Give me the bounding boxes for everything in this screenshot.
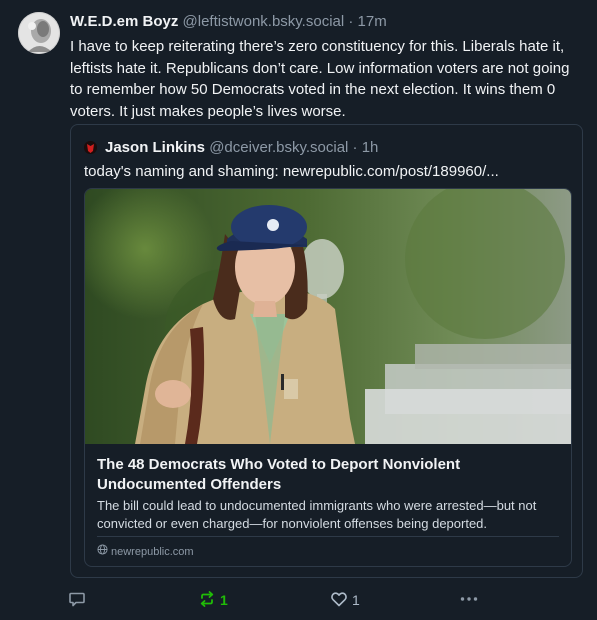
ellipsis-icon: [458, 590, 480, 611]
like-count: 1: [352, 592, 360, 608]
repost-count: 1: [220, 592, 228, 608]
quoted-post[interactable]: Jason Linkins @dceiver.bsky.social · 1h …: [70, 124, 583, 578]
quoted-post-text: today's naming and shaming: newrepublic.…: [84, 163, 499, 180]
link-preview-title[interactable]: The 48 Democrats Who Voted to Deport Non…: [97, 455, 559, 495]
avatar-image: [18, 12, 60, 54]
like-button[interactable]: 1: [330, 588, 360, 612]
author-name[interactable]: W.E.D.em Boyz: [70, 13, 178, 30]
link-preview-image[interactable]: [85, 189, 571, 444]
more-options-button[interactable]: [458, 588, 480, 612]
quoted-author-avatar[interactable]: [84, 141, 97, 154]
post-header: W.E.D.em Boyz @leftistwonk.bsky.social ·…: [70, 12, 387, 32]
link-preview-divider: [97, 536, 559, 537]
link-preview-description: The bill could lead to undocumented immi…: [97, 498, 537, 531]
quoted-author-handle[interactable]: @dceiver.bsky.social: [209, 139, 348, 156]
separator-dot: ·: [348, 13, 354, 30]
quoted-post-timestamp[interactable]: 1h: [362, 139, 379, 156]
post-timestamp[interactable]: 17m: [358, 13, 387, 30]
author-avatar[interactable]: [18, 12, 60, 54]
link-preview-domain-text: newrepublic.com: [111, 545, 194, 558]
globe-icon: [97, 544, 108, 559]
quoted-separator-dot: ·: [352, 139, 358, 156]
post-actions-bar: 1 1: [0, 588, 597, 612]
quoted-avatar-image: [84, 141, 97, 154]
post-text: I have to keep reiterating there’s zero …: [70, 38, 570, 120]
heart-icon: [330, 590, 348, 611]
author-handle[interactable]: @leftistwonk.bsky.social: [183, 13, 345, 30]
repost-button[interactable]: 1: [198, 588, 228, 612]
quoted-post-header: Jason Linkins @dceiver.bsky.social · 1h: [105, 138, 378, 158]
woman-with-cap-photo: [85, 189, 571, 444]
link-preview-domain[interactable]: newrepublic.com: [97, 544, 194, 559]
feed-post[interactable]: W.E.D.em Boyz @leftistwonk.bsky.social ·…: [0, 0, 597, 620]
repost-arrows-icon: [198, 590, 216, 611]
reply-button[interactable]: [68, 588, 90, 612]
quoted-author-name[interactable]: Jason Linkins: [105, 139, 205, 156]
link-preview-card[interactable]: The 48 Democrats Who Voted to Deport Non…: [84, 188, 572, 567]
speech-bubble-icon: [68, 590, 86, 611]
